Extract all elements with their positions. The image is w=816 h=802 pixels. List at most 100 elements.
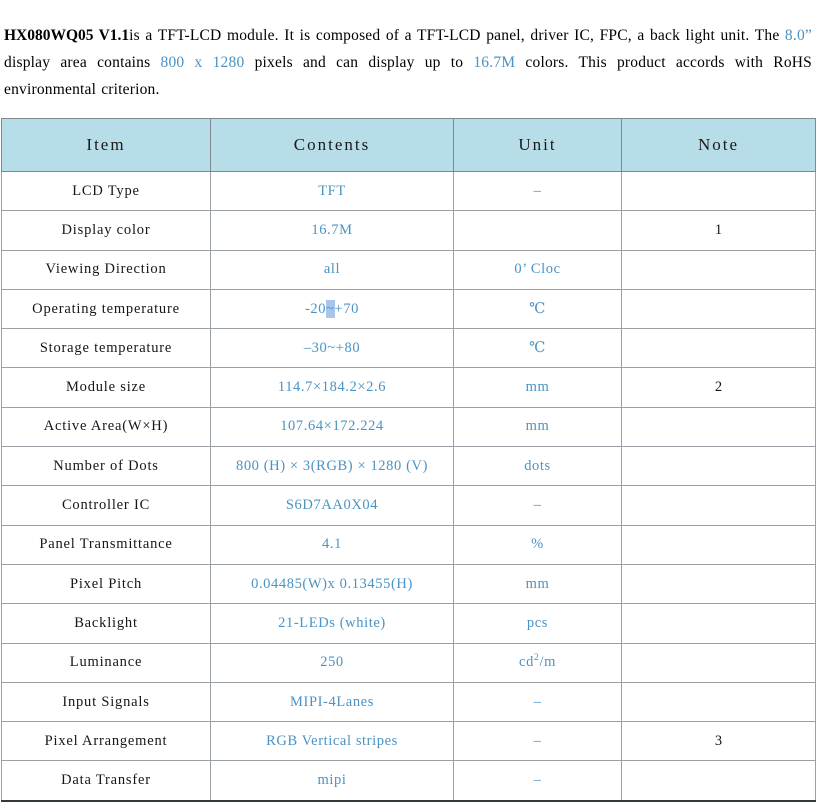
cell-note bbox=[621, 288, 816, 330]
table-header-row: Item Contents Unit Note bbox=[1, 118, 816, 172]
table-row: Input Signals MIPI-4Lanes – bbox=[1, 681, 816, 723]
table-row: Controller IC S6D7AA0X04– bbox=[1, 485, 816, 526]
text-selection-highlight[interactable]: ~ bbox=[326, 299, 335, 318]
cell-note bbox=[621, 485, 816, 526]
cell-contents: –30~+80 bbox=[210, 328, 454, 369]
cell-contents: 21-LEDs (white) bbox=[210, 603, 454, 644]
cell-item: Pixel Arrangement bbox=[1, 721, 211, 762]
cell-contents: 250 bbox=[210, 642, 454, 683]
table-row: Display color 16.7M 1 bbox=[1, 210, 816, 251]
cell-note bbox=[621, 563, 816, 605]
cell-unit: – bbox=[453, 170, 622, 212]
cell-contents: 114.7×184.2×2.6 bbox=[210, 367, 454, 408]
cell-item: Input Signals bbox=[1, 681, 211, 723]
cell-unit: % bbox=[453, 524, 622, 565]
cell-unit: ℃ bbox=[453, 328, 622, 369]
cell-unit: 0’ Cloc bbox=[453, 249, 622, 290]
table-row: Operating temperature -20~+70 ℃ bbox=[1, 288, 816, 330]
table-row: LCD Type TFT – bbox=[1, 170, 816, 212]
cell-item: LCD Type bbox=[1, 170, 211, 212]
table-row: Viewing Direction all 0’ Cloc bbox=[1, 249, 816, 290]
cell-contents: 4.1 bbox=[210, 524, 454, 565]
cell-note bbox=[621, 642, 816, 683]
cell-item: Module size bbox=[1, 367, 211, 408]
cell-note bbox=[621, 406, 816, 448]
cell-note: 1 bbox=[621, 210, 816, 251]
cell-unit: mm bbox=[453, 406, 622, 448]
cell-item: Data Transfer bbox=[1, 760, 211, 802]
cell-item: Active Area(W×H) bbox=[1, 406, 211, 448]
column-header-item: Item bbox=[1, 118, 211, 172]
cell-unit bbox=[453, 210, 622, 251]
table-row: Panel Transmittance 4.1% bbox=[1, 524, 816, 565]
color-depth-value: 16.7M bbox=[473, 53, 516, 71]
cell-item: Number of Dots bbox=[1, 446, 211, 487]
cell-note: 3 bbox=[621, 721, 816, 762]
cell-item: Storage temperature bbox=[1, 328, 211, 369]
cell-item: Operating temperature bbox=[1, 288, 211, 330]
resolution-value: 800 x 1280 bbox=[160, 53, 245, 71]
cell-unit: – bbox=[453, 721, 622, 762]
cell-note bbox=[621, 446, 816, 487]
cell-item: Viewing Direction bbox=[1, 249, 211, 290]
cell-unit: dots bbox=[453, 446, 622, 487]
cell-contents: S6D7AA0X04 bbox=[210, 485, 454, 526]
display-size-value: 8.0” bbox=[784, 26, 812, 44]
module-model-name: HX080WQ05 V1.1 bbox=[4, 26, 130, 44]
cell-contents: mipi bbox=[210, 760, 454, 802]
cell-contents: 107.64×172.224 bbox=[210, 406, 454, 448]
cell-unit: mm bbox=[453, 367, 622, 408]
cell-note: 2 bbox=[621, 367, 816, 408]
cell-note bbox=[621, 249, 816, 290]
cell-note bbox=[621, 603, 816, 644]
cell-contents: TFT bbox=[210, 170, 454, 212]
cell-item: Controller IC bbox=[1, 485, 211, 526]
cell-contents: RGB Vertical stripes bbox=[210, 721, 454, 762]
cell-note bbox=[621, 760, 816, 802]
cell-note bbox=[621, 328, 816, 369]
table-row: Module size 114.7×184.2×2.6 mm 2 bbox=[1, 367, 816, 408]
cell-note bbox=[621, 681, 816, 723]
cell-note bbox=[621, 524, 816, 565]
intro-text-2: display area contains bbox=[4, 53, 161, 71]
table-row: Pixel Pitch 0.04485(W)x 0.13455(H) mm bbox=[1, 563, 816, 605]
table-row: Luminance 250 cd2/m bbox=[1, 642, 816, 683]
cell-item: Pixel Pitch bbox=[1, 563, 211, 605]
unit-superscript: 2 bbox=[533, 652, 540, 664]
table-row: Active Area(W×H) 107.64×172.224 mm bbox=[1, 406, 816, 448]
cell-unit: – bbox=[453, 760, 622, 802]
column-header-note: Note bbox=[621, 118, 816, 172]
cell-note bbox=[621, 170, 816, 212]
cell-unit: pcs bbox=[453, 603, 622, 644]
intro-text-1: is a TFT-LCD module. It is composed of a… bbox=[129, 26, 785, 44]
table-row: Number of Dots 800 (H) × 3(RGB) × 1280 (V… bbox=[1, 446, 816, 487]
cell-unit: – bbox=[453, 485, 622, 526]
column-header-unit: Unit bbox=[453, 118, 622, 172]
table-row: Backlight 21-LEDs (white) pcs bbox=[1, 603, 816, 644]
cell-contents: 0.04485(W)x 0.13455(H) bbox=[210, 563, 454, 605]
cell-contents: all bbox=[210, 249, 454, 290]
cell-item: Luminance bbox=[1, 642, 211, 683]
column-header-contents: Contents bbox=[210, 118, 454, 172]
table-row: Pixel Arrangement RGB Vertical stripes –3 bbox=[1, 721, 816, 762]
cell-unit: – bbox=[453, 681, 622, 723]
table-row: Data Transfer mipi – bbox=[1, 760, 816, 802]
table-header: Item Contents Unit Note bbox=[1, 118, 816, 172]
cell-contents: 800 (H) × 3(RGB) × 1280 (V) bbox=[210, 446, 454, 487]
cell-item: Display color bbox=[1, 210, 211, 251]
document-page: HX080WQ05 V1.1is a TFT-LCD module. It is… bbox=[0, 16, 816, 802]
cell-item: Backlight bbox=[1, 603, 211, 644]
cell-contents: 16.7M bbox=[210, 210, 454, 251]
cell-item: Panel Transmittance bbox=[1, 524, 211, 565]
cell-contents: -20~+70 bbox=[210, 288, 454, 330]
table-body: LCD Type TFT – Display color 16.7M 1 Viewing D… bbox=[1, 170, 816, 802]
table-row: Storage temperature –30~+80 ℃ bbox=[1, 328, 816, 369]
cell-unit: cd2/m bbox=[453, 642, 622, 683]
intro-text-3: pixels and can display up to bbox=[244, 53, 474, 71]
specification-table: Item Contents Unit Note LCD Type TFT – Disp… bbox=[1, 118, 816, 802]
spec-table-wrapper: Item Contents Unit Note LCD Type TFT – Disp… bbox=[0, 118, 816, 802]
intro-paragraph: HX080WQ05 V1.1is a TFT-LCD module. It is… bbox=[0, 16, 816, 103]
cell-unit: ℃ bbox=[453, 288, 622, 330]
cell-contents: MIPI-4Lanes bbox=[210, 681, 454, 723]
cell-unit: mm bbox=[453, 563, 622, 605]
